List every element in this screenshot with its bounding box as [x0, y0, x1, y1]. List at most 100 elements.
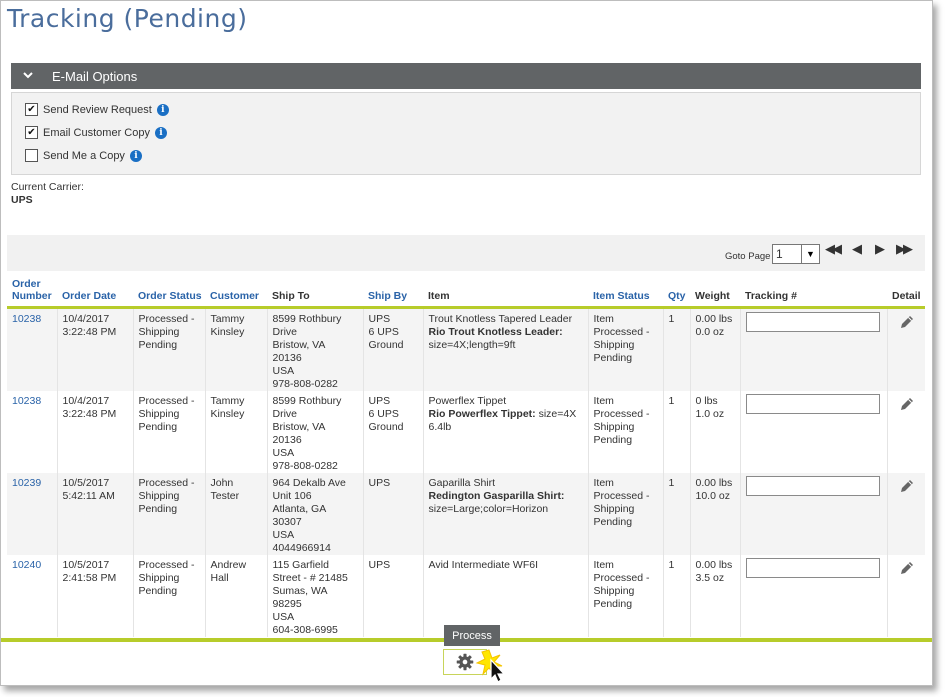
pager-bar: Goto Page 1 ▼ ◀◀ ◀ ▶ ▶▶ — [7, 235, 925, 271]
item-cell: Powerflex Tippet Rio Powerflex Tippet: si… — [423, 391, 589, 473]
ship-to-cell: 964 Dekalb Ave Unit 106 Atlanta, GA 30307 US… — [267, 473, 364, 555]
ship-to-cell: 8599 Rothbury Drive Bristow, VA 20136 USA 978… — [267, 307, 364, 391]
item-status-cell: Item Processed - Shipping Pending — [588, 307, 664, 391]
info-icon[interactable]: i — [129, 149, 142, 162]
customer-cell: Tammy Kinsley — [205, 307, 268, 391]
col-order-status[interactable]: Order Status — [133, 273, 205, 309]
col-customer[interactable]: Customer — [205, 273, 267, 309]
col-tracking: Tracking # — [740, 273, 887, 309]
order-number-link[interactable]: 10238 — [12, 313, 41, 325]
qty-cell: 1 — [663, 307, 691, 391]
item-status-cell: Item Processed - Shipping Pending — [588, 391, 664, 473]
info-icon[interactable]: i — [154, 126, 167, 139]
ship-by-cell: UPS — [363, 473, 424, 555]
col-order-date[interactable]: Order Date — [57, 273, 133, 309]
chevron-down-icon[interactable] — [22, 69, 36, 83]
current-carrier-label: Current Carrier: — [11, 181, 84, 193]
option-send-review-request[interactable]: ✔ Send Review Request i — [25, 103, 169, 116]
customer-cell: Tammy Kinsley — [205, 391, 268, 473]
first-page-icon[interactable]: ◀◀ — [825, 241, 842, 257]
col-weight: Weight — [690, 273, 740, 309]
qty-cell: 1 — [663, 555, 691, 637]
order-number-link[interactable]: 10240 — [12, 559, 41, 571]
order-status-cell: Processed - Shipping Pending — [133, 307, 206, 391]
tracking-cell — [740, 307, 888, 391]
col-qty[interactable]: Qty — [663, 273, 690, 309]
option-send-me-a-copy[interactable]: Send Me a Copy i — [25, 149, 142, 162]
weight-cell: 0.00 lbs 10.0 oz — [690, 473, 741, 555]
col-detail: Detail — [887, 273, 925, 309]
item-cell: Gaparilla Shirt Redington Gasparilla Shir… — [423, 473, 589, 555]
col-order-number[interactable]: Order Number — [7, 273, 57, 309]
option-email-customer-copy[interactable]: ✔ Email Customer Copy i — [25, 126, 167, 139]
table-row: 10238 10/4/2017 3:22:48 PM Processed - Shipp… — [7, 307, 925, 391]
prev-page-icon[interactable]: ◀ — [852, 241, 862, 257]
tracking-cell — [740, 473, 888, 555]
qty-cell: 1 — [663, 473, 691, 555]
page-title: Tracking (Pending) — [7, 4, 248, 33]
ship-to-cell: 115 Garfield Street - # 21485 Sumas, WA 982… — [267, 555, 364, 637]
col-item: Item — [423, 273, 588, 309]
detail-cell — [887, 555, 925, 637]
send-review-request-checkbox[interactable]: ✔ — [25, 103, 38, 116]
ship-to-cell: 8599 Rothbury Drive Bristow, VA 20136 USA 978… — [267, 391, 364, 473]
process-tooltip: Process — [444, 625, 500, 646]
ship-by-cell: UPS 6 UPS Ground — [363, 307, 424, 391]
weight-cell: 0.00 lbs 0.0 oz — [690, 307, 741, 391]
col-ship-to: Ship To — [267, 273, 363, 309]
order-number-link[interactable]: 10238 — [12, 395, 41, 407]
email-options-title: E-Mail Options — [52, 68, 138, 84]
detail-cell — [887, 473, 925, 555]
order-number-link[interactable]: 10239 — [12, 477, 41, 489]
info-icon[interactable]: i — [156, 103, 169, 116]
tracking-number-input[interactable] — [745, 394, 880, 414]
gear-icon — [456, 653, 474, 671]
ship-by-cell: UPS 6 UPS Ground — [363, 391, 424, 473]
send-me-a-copy-label: Send Me a Copy — [43, 149, 125, 162]
pencil-icon[interactable] — [899, 396, 915, 412]
weight-cell: 0.00 lbs 3.5 oz — [690, 555, 741, 637]
item-status-cell: Item Processed - Shipping Pending — [588, 473, 664, 555]
order-date-cell: 10/4/2017 3:22:48 PM — [57, 391, 134, 473]
tracking-cell — [740, 555, 888, 637]
tracking-cell — [740, 391, 888, 473]
goto-page-label: Goto Page — [725, 251, 771, 262]
goto-page-select[interactable]: 1 ▼ — [772, 244, 820, 264]
customer-cell: Andrew Hall — [205, 555, 268, 637]
goto-page-value: 1 — [776, 247, 783, 261]
order-date-cell: 10/4/2017 3:22:48 PM — [57, 307, 134, 391]
email-customer-copy-label: Email Customer Copy — [43, 126, 150, 139]
pencil-icon[interactable] — [899, 560, 915, 576]
order-number-cell: 10238 — [7, 391, 58, 473]
email-options-header[interactable]: E-Mail Options — [11, 63, 921, 89]
email-options-panel: ✔ Send Review Request i ✔ Email Customer… — [11, 92, 921, 175]
current-carrier-value: UPS — [11, 194, 33, 206]
qty-cell: 1 — [663, 391, 691, 473]
order-number-cell: 10239 — [7, 473, 58, 555]
order-number-cell: 10238 — [7, 307, 58, 391]
order-status-cell: Processed - Shipping Pending — [133, 391, 206, 473]
tracking-number-input[interactable] — [745, 476, 880, 496]
pencil-icon[interactable] — [899, 478, 915, 494]
col-ship-by[interactable]: Ship By — [363, 273, 423, 309]
pencil-icon[interactable] — [899, 314, 915, 330]
tracking-number-input[interactable] — [745, 558, 880, 578]
cursor-icon — [475, 649, 506, 683]
col-item-status[interactable]: Item Status — [588, 273, 663, 309]
last-page-icon[interactable]: ▶▶ — [896, 241, 913, 257]
email-customer-copy-checkbox[interactable]: ✔ — [25, 126, 38, 139]
table-header-row: Order Number Order Date Order Status Cust… — [7, 273, 925, 309]
ship-by-cell: UPS — [363, 555, 424, 637]
send-me-a-copy-checkbox[interactable] — [25, 149, 38, 162]
tracking-number-input[interactable] — [745, 312, 880, 332]
customer-cell: John Tester — [205, 473, 268, 555]
tracking-window: Tracking (Pending) E-Mail Options ✔ Send… — [0, 0, 933, 686]
next-page-icon[interactable]: ▶ — [875, 241, 885, 257]
order-date-cell: 10/5/2017 2:41:58 PM — [57, 555, 134, 637]
detail-cell — [887, 391, 925, 473]
send-review-request-label: Send Review Request — [43, 103, 152, 116]
chevron-down-icon[interactable]: ▼ — [801, 245, 819, 263]
order-date-cell: 10/5/2017 5:42:11 AM — [57, 473, 134, 555]
table-row: 10238 10/4/2017 3:22:48 PM Processed - Shipp… — [7, 391, 925, 473]
item-status-cell: Item Processed - Shipping Pending — [588, 555, 664, 637]
